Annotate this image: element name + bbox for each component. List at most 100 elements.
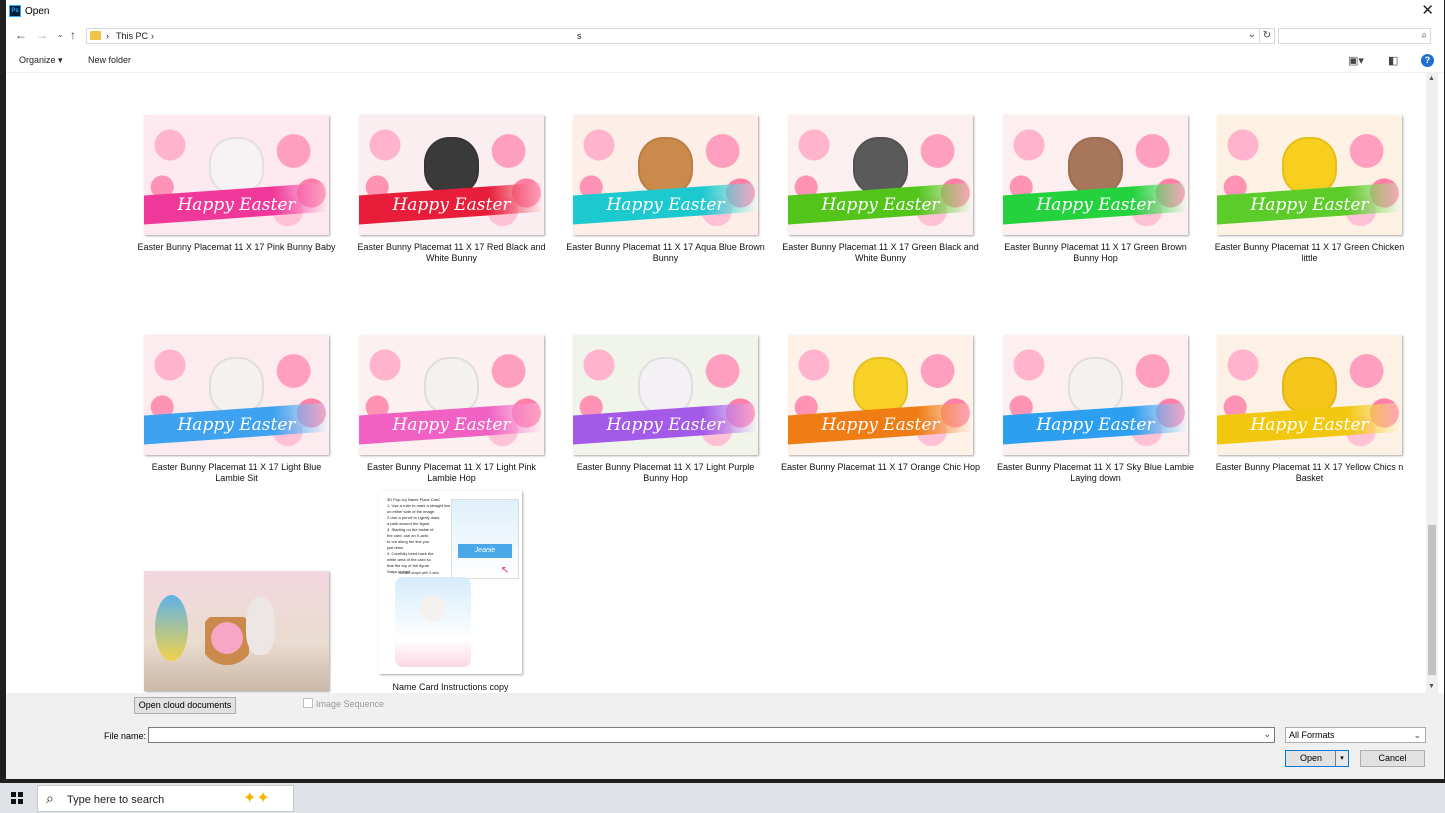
flower-decoration: [1128, 115, 1188, 235]
egg-decoration: [155, 595, 189, 661]
vertical-scrollbar[interactable]: ▲ ▼: [1426, 73, 1438, 693]
banner-text: Happy Easter: [177, 194, 296, 215]
file-thumbnail[interactable]: Happy Easter: [1217, 335, 1402, 455]
file-name-label[interactable]: Easter Bunny Placemat 11 X 17 Aqua Blue …: [566, 242, 766, 264]
up-arrow-icon[interactable]: ↑: [70, 27, 76, 43]
file-name-label[interactable]: Easter Bunny Placemat 11 X 17 Light Pink…: [352, 462, 552, 484]
title-bar: Ps Open ✕: [6, 0, 1444, 24]
file-name-label[interactable]: Easter Bunny Placemat 11 X 17 Sky Blue L…: [996, 462, 1196, 484]
dialog-footer: Open cloud documents Image Sequence File…: [6, 693, 1444, 779]
file-name-label[interactable]: Easter Bunny Placemat 11 X 17 Light Purp…: [566, 462, 766, 484]
banner-text: Happy Easter: [392, 414, 511, 435]
refresh-icon[interactable]: ↻: [1259, 28, 1275, 44]
view-options-icon[interactable]: ▣▾: [1348, 54, 1364, 67]
command-toolbar: Organize ▾ New folder ▣▾ ◧ ?: [6, 50, 1444, 73]
new-folder-button[interactable]: New folder: [88, 55, 131, 65]
file-name-label[interactable]: Easter Bunny Placemat 11 X 17 Light Blue…: [137, 462, 337, 484]
open-dialog: Ps Open ✕ ← → ⌄ ↑ › This PC › s ⌄ ↻ ⌕ Or…: [6, 0, 1444, 779]
place-card-name: Jeanie: [458, 544, 512, 558]
search-input[interactable]: ⌕: [1278, 28, 1431, 44]
scroll-down-arrow-icon[interactable]: ▼: [1428, 683, 1435, 690]
file-name-label[interactable]: Easter Bunny Placemat 11 X 17 Red Black …: [352, 242, 552, 264]
file-type-select[interactable]: All Formats ⌄: [1285, 727, 1426, 743]
scrollbar-thumb[interactable]: [1428, 525, 1436, 675]
windows-start-icon[interactable]: [11, 792, 23, 804]
open-button[interactable]: Open ▾: [1285, 750, 1349, 767]
file-thumbnail[interactable]: Happy Easter: [573, 335, 758, 455]
image-sequence-checkbox[interactable]: Image Sequence: [303, 698, 384, 709]
flower-decoration: [698, 335, 758, 455]
search-icon: ⌕: [46, 790, 54, 806]
taskbar-search-placeholder: Type here to search: [67, 794, 165, 806]
file-name-label[interactable]: Easter Bunny Placemat 11 X 17 Green Brow…: [996, 242, 1196, 264]
banner-text: Happy Easter: [392, 194, 511, 215]
cut-out-caption: Cut out shape with X-acto: [399, 571, 440, 575]
file-thumbnail[interactable]: Happy Easter: [144, 115, 329, 235]
animal-figure: [852, 356, 909, 415]
help-icon[interactable]: ?: [1421, 54, 1434, 67]
sparkle-icon: ✦✦: [243, 790, 270, 807]
file-thumbnail[interactable]: Happy Easter: [788, 335, 973, 455]
file-thumbnail[interactable]: Happy Easter: [144, 335, 329, 455]
cupcake-figure: [205, 616, 250, 677]
banner-text: Happy Easter: [606, 194, 725, 215]
file-thumbnail[interactable]: Happy Easter: [359, 115, 544, 235]
breadcrumb-this-pc[interactable]: This PC: [116, 31, 148, 41]
banner-text: Happy Easter: [821, 194, 940, 215]
close-icon[interactable]: ✕: [1421, 3, 1434, 19]
file-thumbnail[interactable]: [144, 571, 329, 691]
breadcrumb-separator: ›: [151, 31, 154, 41]
taskbar: ⌕ Type here to search ✦✦: [0, 783, 1445, 813]
file-thumbnail[interactable]: Happy Easter: [359, 335, 544, 455]
flower-decoration: [1342, 115, 1402, 235]
image-sequence-label: Image Sequence: [316, 699, 385, 709]
open-options-dropdown-icon[interactable]: ▾: [1335, 751, 1348, 766]
open-cloud-documents-button[interactable]: Open cloud documents: [134, 697, 236, 714]
file-name-label[interactable]: Easter Bunny Placemat 11 X 17 Green Blac…: [781, 242, 981, 264]
preview-pane-icon[interactable]: ◧: [1388, 54, 1398, 67]
banner-text: Happy Easter: [606, 414, 725, 435]
file-name-dropdown-chevron-icon[interactable]: ⌄: [1263, 729, 1271, 740]
file-name-label[interactable]: Easter Bunny Placemat 11 X 17 Green Chic…: [1210, 242, 1410, 264]
animal-figure: [1067, 356, 1124, 415]
address-dropdown-chevron-icon[interactable]: ⌄: [1248, 29, 1256, 40]
animal-figure: [423, 136, 480, 195]
flower-decoration: [1128, 335, 1188, 455]
taskbar-search-box[interactable]: ⌕ Type here to search ✦✦: [37, 785, 294, 812]
flower-decoration: [913, 115, 973, 235]
file-name-label[interactable]: Easter Bunny Placemat 11 X 17 Yellow Chi…: [1210, 462, 1410, 484]
scroll-up-arrow-icon[interactable]: ▲: [1428, 75, 1435, 82]
file-name-input[interactable]: ⌄: [148, 727, 1275, 743]
file-name-label[interactable]: Easter Bunny Placemat 11 X 17 Pink Bunny…: [137, 242, 337, 253]
file-thumbnail[interactable]: Happy Easter: [573, 115, 758, 235]
file-name-label[interactable]: Easter Bunny Placemat 11 X 17 Orange Chi…: [781, 462, 981, 473]
animal-figure: [1281, 356, 1338, 415]
flower-decoration: [913, 335, 973, 455]
banner-text: Happy Easter: [1036, 414, 1155, 435]
recent-chevron-down-icon[interactable]: ⌄: [57, 27, 64, 43]
folder-icon: [90, 31, 101, 40]
banner-text: Happy Easter: [1036, 194, 1155, 215]
photoshop-app-icon: Ps: [9, 5, 21, 17]
flower-decoration: [698, 115, 758, 235]
chevron-down-icon: ⌄: [1413, 730, 1421, 740]
forward-arrow-icon[interactable]: →: [36, 27, 48, 43]
animal-figure: [637, 356, 694, 415]
file-thumbnail[interactable]: Happy Easter: [788, 115, 973, 235]
back-arrow-icon[interactable]: ←: [15, 27, 27, 43]
animal-figure: [637, 136, 694, 195]
arrow-icon: ↖: [501, 565, 510, 576]
bunny-figure: [245, 597, 276, 655]
address-bar[interactable]: › This PC › s ⌄: [86, 28, 1260, 44]
file-thumbnail[interactable]: Happy Easter: [1003, 335, 1188, 455]
place-card-cutout: [395, 577, 471, 667]
file-thumbnail[interactable]: Happy Easter: [1003, 115, 1188, 235]
flower-decoration: [484, 335, 544, 455]
file-name-label[interactable]: Name Card Instructions copy: [351, 682, 551, 693]
breadcrumb-current[interactable]: s: [577, 31, 582, 41]
file-thumbnail[interactable]: 3D Pop-Up Name Place Card 1. Use a ruler …: [379, 491, 522, 674]
cancel-button[interactable]: Cancel: [1360, 750, 1425, 767]
organize-button[interactable]: Organize ▾: [19, 55, 63, 66]
instruction-text-block: 3D Pop-Up Name Place Card 1. Use a ruler …: [387, 497, 459, 575]
file-thumbnail[interactable]: Happy Easter: [1217, 115, 1402, 235]
